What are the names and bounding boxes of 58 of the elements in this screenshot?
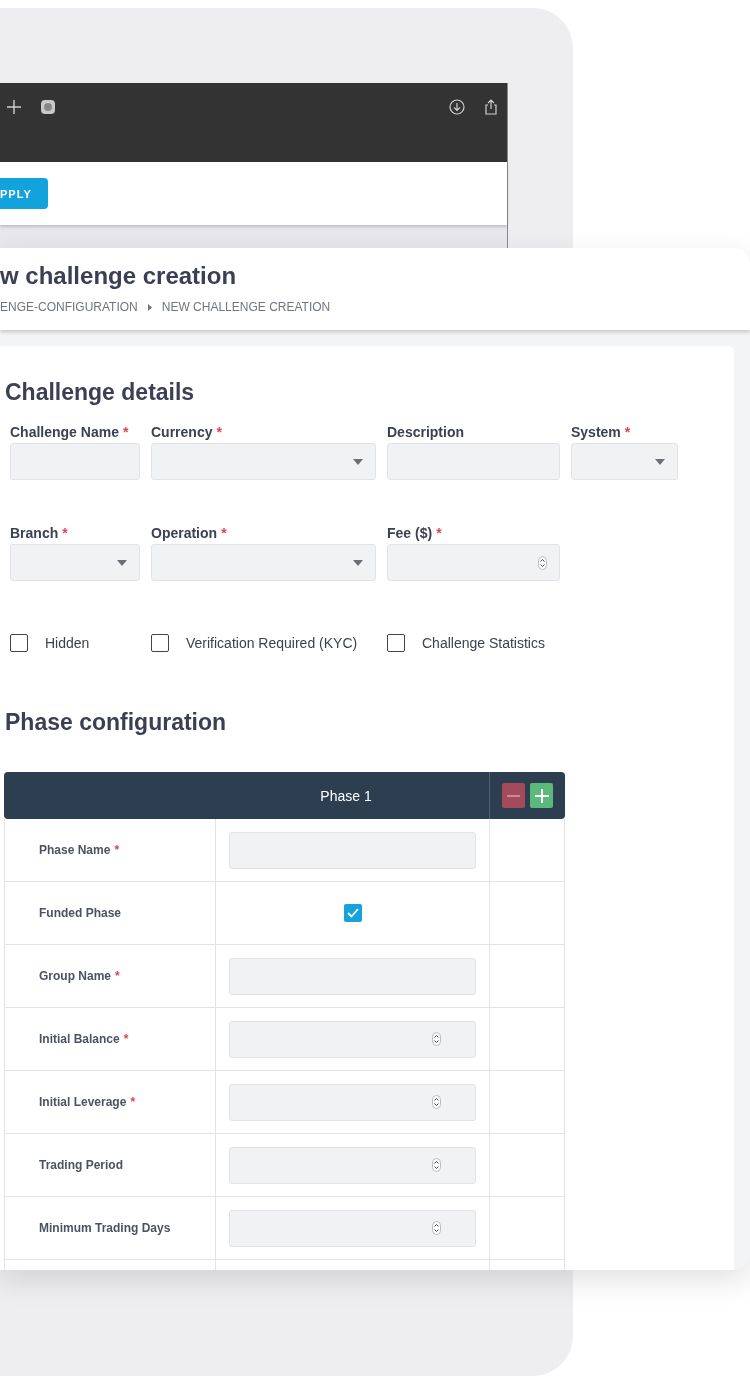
plus-icon[interactable]: [6, 99, 22, 115]
row-label: Group Name *: [39, 969, 120, 983]
field-label: Fee ($) *: [387, 525, 443, 541]
field-label: Currency *: [151, 424, 223, 440]
select-field[interactable]: [10, 544, 140, 581]
text-field[interactable]: [10, 443, 140, 480]
number-field[interactable]: [229, 1020, 476, 1058]
checkbox[interactable]: [387, 634, 405, 652]
checkbox[interactable]: [151, 634, 169, 652]
minus-icon: [507, 794, 520, 797]
text-field[interactable]: [229, 831, 476, 869]
checkbox-label: Verification Required (KYC): [186, 635, 358, 651]
remove-phase-button[interactable]: [502, 783, 525, 808]
plus-icon: [534, 788, 549, 803]
section-heading: Phase configuration: [5, 708, 228, 736]
caret-icon: [353, 458, 363, 465]
breadcrumb-separator-icon: [147, 303, 152, 311]
field-label: System *: [571, 424, 632, 440]
page-title: w challenge creation: [0, 262, 238, 290]
select-field[interactable]: [151, 544, 376, 581]
spinner-icon: [538, 555, 547, 570]
breadcrumb-link[interactable]: NEW CHALLENGE CREATION: [161, 299, 331, 315]
field-label: Operation *: [151, 525, 228, 541]
spinner-icon: [432, 1221, 441, 1235]
spinner-icon: [432, 1095, 441, 1109]
share-icon[interactable]: [483, 99, 499, 115]
spinner-icon: [432, 1032, 441, 1046]
row-label: Minimum Trading Days: [39, 1221, 171, 1235]
field-label: Description: [387, 424, 465, 440]
checkbox-label: Challenge Statistics: [422, 635, 545, 651]
breadcrumb-link[interactable]: ENGE-CONFIGURATION: [0, 299, 138, 315]
row-label: Initial Balance *: [39, 1032, 129, 1046]
text-field[interactable]: [229, 957, 476, 995]
number-field[interactable]: [229, 1146, 476, 1184]
add-phase-button[interactable]: [530, 783, 553, 808]
field-label: Challenge Name *: [10, 424, 130, 440]
phase-column-header: Phase 1: [215, 772, 489, 819]
caret-icon: [117, 559, 127, 566]
caret-icon: [353, 559, 363, 566]
text-field[interactable]: [387, 443, 560, 480]
select-field[interactable]: [151, 443, 376, 480]
spinner-icon: [432, 1158, 441, 1172]
row-label: Initial Leverage *: [39, 1095, 136, 1109]
row-label: Funded Phase: [39, 906, 121, 920]
field-label: Branch *: [10, 525, 69, 541]
number-field[interactable]: [229, 1209, 476, 1247]
caret-icon: [655, 458, 665, 465]
section-heading: Challenge details: [5, 378, 196, 406]
checkbox[interactable]: [343, 904, 362, 922]
download-icon[interactable]: [449, 99, 465, 115]
row-label: Phase Name *: [39, 843, 120, 857]
checkbox[interactable]: [10, 634, 28, 652]
number-field[interactable]: [229, 1083, 476, 1121]
row-label: Trading Period: [39, 1158, 123, 1172]
checkbox-label: Hidden: [45, 635, 90, 651]
number-field[interactable]: [387, 544, 560, 581]
select-field[interactable]: [571, 443, 678, 480]
apply-button[interactable]: PPLY: [0, 178, 48, 209]
